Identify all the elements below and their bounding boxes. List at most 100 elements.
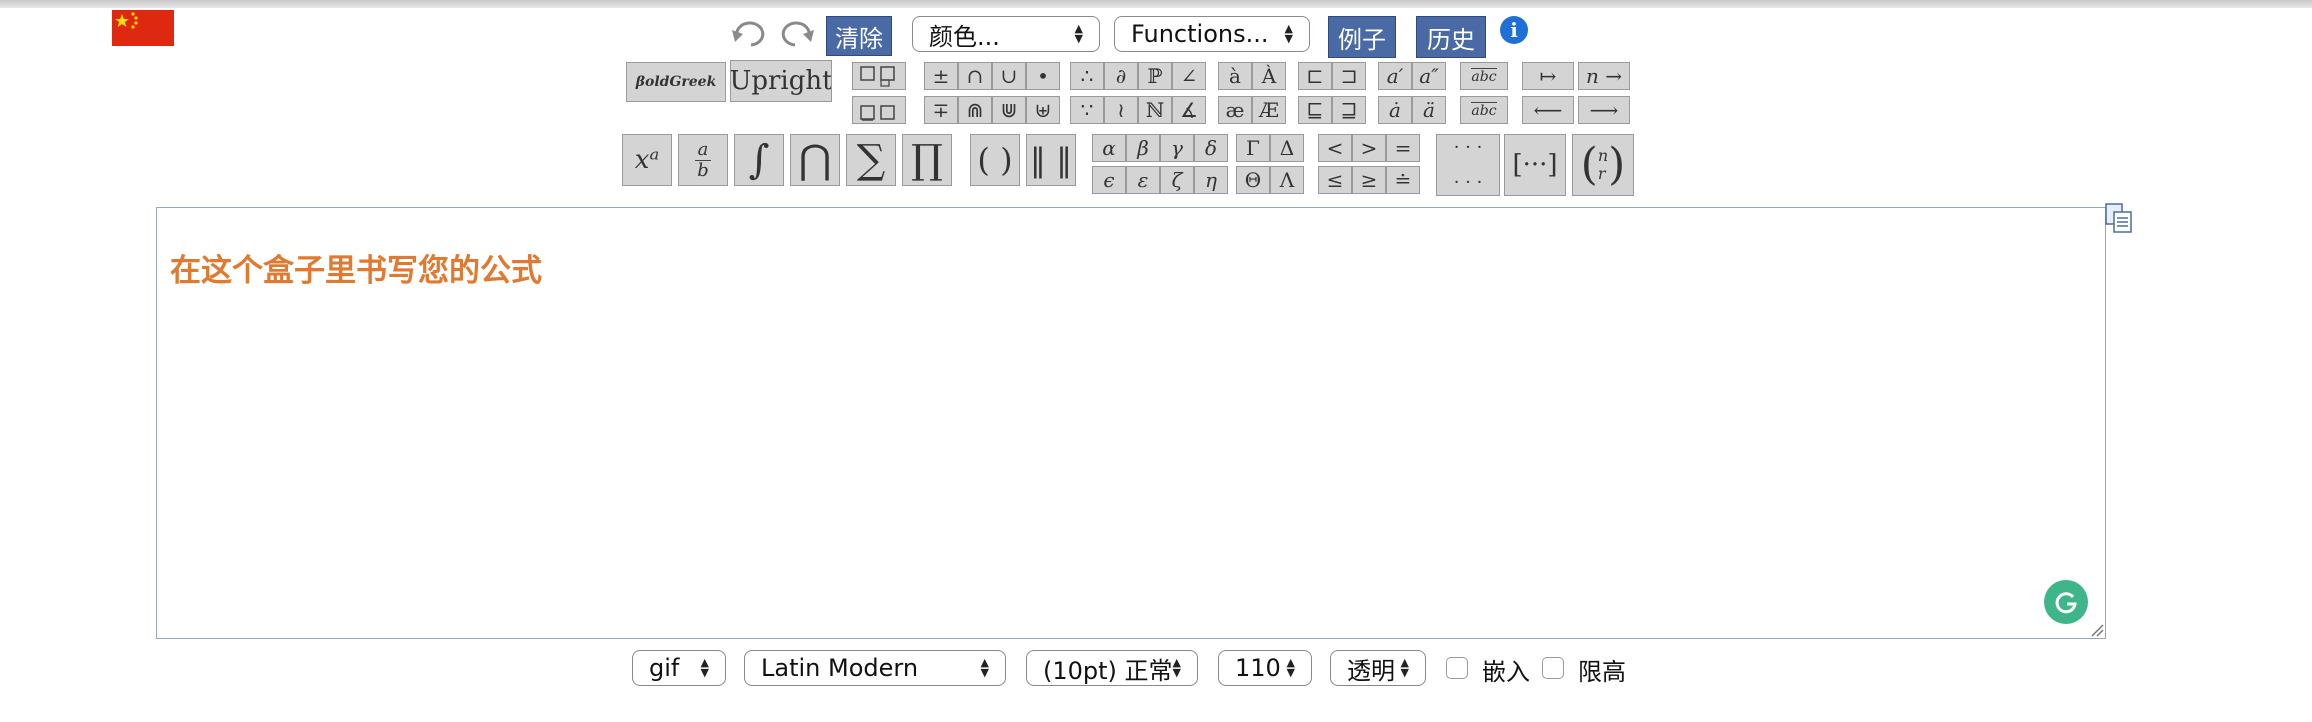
matrix-button[interactable]: [···] [1504, 134, 1566, 196]
symbol-ae-button[interactable]: æ [1218, 96, 1252, 124]
format-select[interactable]: gif ▲ ▼ [632, 650, 726, 686]
copy-icon[interactable] [2104, 202, 2134, 234]
prime-button[interactable]: a′ [1378, 62, 1412, 90]
symbol-uplus-button[interactable]: ⊎ [1026, 96, 1060, 124]
greek-Gamma-button[interactable]: Γ [1236, 134, 1270, 162]
china-flag-icon[interactable] [112, 10, 174, 46]
symbol-sqsubset-button[interactable]: ⊏ [1298, 62, 1332, 90]
symbol-partial-button[interactable]: ∂ [1104, 62, 1138, 90]
greater-than-button[interactable]: > [1352, 134, 1386, 162]
binom-stack: n r [1598, 147, 1608, 183]
long-rightarrow-button[interactable]: ⟶ [1578, 96, 1630, 124]
long-leftarrow-button[interactable]: ⟵ [1522, 96, 1574, 124]
examples-button[interactable]: 例子 [1328, 16, 1396, 58]
symbol-AE-button[interactable]: Æ [1252, 96, 1286, 124]
dot-accent-button[interactable]: ȧ [1378, 96, 1412, 124]
widetilde-button[interactable]: abc [1460, 62, 1508, 90]
greek-eta-button[interactable]: η [1194, 166, 1228, 194]
symbol-cupcup-button[interactable]: ⋓ [992, 96, 1026, 124]
symbol-sqsubseteq-button[interactable]: ⊑ [1298, 96, 1332, 124]
symbol-bullet-button[interactable]: • [1026, 62, 1060, 90]
doteq-button[interactable]: ≐ [1386, 166, 1420, 194]
symbol-because-button[interactable]: ∵ [1070, 96, 1104, 124]
greek-alpha-button[interactable]: α [1092, 134, 1126, 162]
geq-button[interactable]: ≥ [1352, 166, 1386, 194]
inline-checkbox[interactable] [1446, 657, 1468, 679]
inline-label: 嵌入 [1482, 658, 1530, 686]
symbol-mp-button[interactable]: ∓ [924, 96, 958, 124]
superscript-template-button[interactable] [852, 96, 906, 124]
greek-epsilon-button[interactable]: ϵ [1092, 166, 1126, 194]
double-prime-button[interactable]: a″ [1412, 62, 1446, 90]
mapsto-button[interactable]: ↦ [1522, 62, 1574, 90]
binom-r: r [1597, 164, 1606, 183]
n-to-button[interactable]: n → [1578, 62, 1630, 90]
greek-Theta-button[interactable]: Θ [1236, 166, 1270, 194]
select-arrows-icon: ▲ ▼ [1286, 656, 1295, 679]
widetilde-label: abc [1471, 67, 1497, 85]
color-select-value: 颜色... [929, 22, 1000, 51]
symbol-nn-button[interactable]: ℕ [1138, 96, 1172, 124]
leq-button[interactable]: ≤ [1318, 166, 1352, 194]
sum-button[interactable]: ∑ [846, 134, 896, 186]
select-arrows-icon: ▲ ▼ [1074, 22, 1083, 45]
boldgreek-button[interactable]: βoldGreek [626, 62, 726, 102]
size-select[interactable]: (10pt) 正常 ▲ ▼ [1026, 650, 1198, 686]
widehat-label: abc [1471, 101, 1497, 119]
accent-grave-A-button[interactable]: À [1252, 62, 1286, 90]
info-icon[interactable]: i [1500, 16, 1528, 44]
symbol-cup-button[interactable]: ∪ [992, 62, 1026, 90]
product-button[interactable]: ∏ [902, 134, 952, 186]
size-select-value: (10pt) 正常 [1043, 656, 1173, 685]
functions-select[interactable]: Functions... ▲ ▼ [1114, 16, 1310, 52]
symbol-wr-button[interactable]: ≀ [1104, 96, 1138, 124]
greek-Lambda-button[interactable]: Λ [1270, 166, 1304, 194]
integral-button[interactable]: ∫ [734, 134, 784, 186]
binomial-button[interactable]: ( n r ) [1572, 134, 1634, 196]
ddot-accent-button[interactable]: ä [1412, 96, 1446, 124]
superscript-button[interactable]: xᵃ [622, 134, 672, 186]
greek-gamma-button[interactable]: γ [1160, 134, 1194, 162]
symbol-cap-button[interactable]: ∩ [958, 62, 992, 90]
greek-varepsilon-button[interactable]: ε [1126, 166, 1160, 194]
resize-handle-icon[interactable] [2090, 622, 2104, 637]
accent-grave-a-button[interactable]: à [1218, 62, 1252, 90]
symbol-sphericalangle-button[interactable]: ∡ [1172, 96, 1206, 124]
greek-zeta-button[interactable]: ζ [1160, 166, 1194, 194]
redo-icon[interactable] [776, 16, 816, 50]
widehat-button[interactable]: abc [1460, 96, 1508, 124]
symbol-pm-button[interactable]: ± [924, 62, 958, 90]
compressed-checkbox[interactable] [1542, 657, 1564, 679]
subscript-template-button[interactable] [852, 62, 906, 90]
history-button[interactable]: 历史 [1416, 16, 1486, 58]
color-select[interactable]: 颜色... ▲ ▼ [912, 16, 1100, 52]
symbol-pp-button[interactable]: ℙ [1138, 62, 1172, 90]
fraction-button[interactable]: a b [678, 134, 728, 186]
clear-button[interactable]: 清除 [826, 16, 892, 56]
dpi-select[interactable]: 110 ▲ ▼ [1218, 650, 1312, 686]
equals-button[interactable]: = [1386, 134, 1420, 162]
background-select[interactable]: 透明 ▲ ▼ [1330, 650, 1426, 686]
symbol-angle-button[interactable]: ∠ [1172, 62, 1206, 90]
fraction-denominator: b [697, 159, 709, 181]
greek-Delta-button[interactable]: Δ [1270, 134, 1304, 162]
greek-delta-button[interactable]: δ [1194, 134, 1228, 162]
symbol-therefore-button[interactable]: ∴ [1070, 62, 1104, 90]
greek-beta-button[interactable]: β [1126, 134, 1160, 162]
symbol-sqsupseteq-button[interactable]: ⊒ [1332, 96, 1366, 124]
undo-icon[interactable] [730, 16, 770, 50]
upright-button[interactable]: Upright [730, 60, 832, 102]
parentheses-button[interactable]: ( ) [970, 134, 1020, 186]
select-arrows-icon: ▲ ▼ [1400, 656, 1409, 679]
bigcap-button[interactable]: ⋂ [790, 134, 840, 186]
font-select[interactable]: Latin Modern ▲ ▼ [744, 650, 1006, 686]
select-arrows-icon: ▲ ▼ [980, 656, 989, 679]
font-select-value: Latin Modern [761, 654, 919, 682]
window-top-border [0, 0, 2312, 8]
dots-button[interactable]: · · · · · · [1436, 134, 1500, 196]
symbol-sqsupset-button[interactable]: ⊐ [1332, 62, 1366, 90]
grammarly-icon[interactable] [2044, 580, 2088, 624]
less-than-button[interactable]: < [1318, 134, 1352, 162]
symbol-capcap-button[interactable]: ⋒ [958, 96, 992, 124]
norm-button[interactable]: ‖ ‖ [1026, 134, 1076, 186]
